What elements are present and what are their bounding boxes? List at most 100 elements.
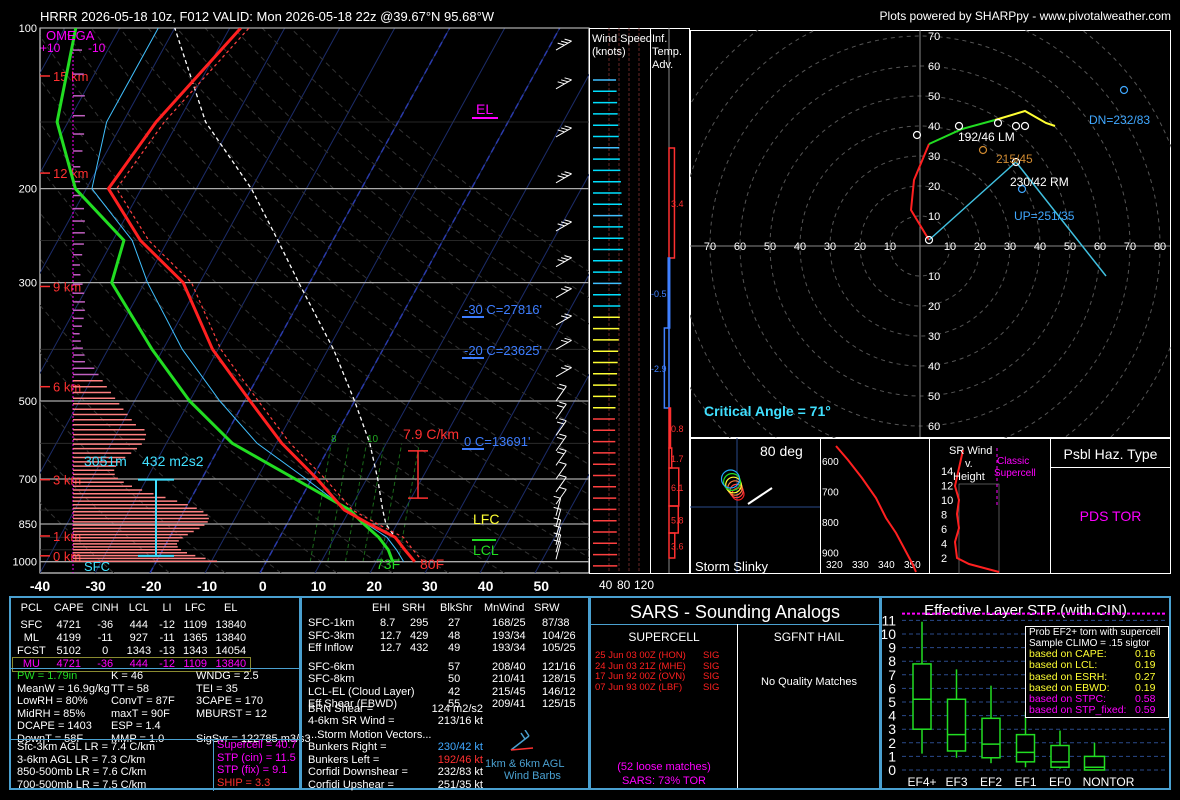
virtual-temp-curve — [115, 28, 424, 563]
wind-barb — [555, 489, 567, 505]
wind-barb-flag — [560, 315, 569, 319]
wind-speed-units: (knots) — [592, 46, 626, 58]
hodo-tick-east: 20 — [974, 241, 986, 253]
parcel-cell: -12 — [159, 619, 175, 631]
hodo-tick-west: 20 — [854, 241, 866, 253]
composite-index: STP (fix) = 9.1 — [217, 764, 288, 776]
temp-adv-title3: Adv. — [652, 59, 673, 71]
hodo-tick-north: 20 — [928, 181, 940, 193]
sfc-dew-label: 73F — [376, 556, 400, 572]
storm-motion-row: Bunkers Right = 230/42 kt — [308, 741, 483, 754]
omega-tick-plus: +10 — [40, 41, 61, 55]
parcel-row: ML 4199 -11 927 -11 1365 13840 — [13, 632, 250, 645]
brn-label: BRN Shear = — [308, 703, 374, 715]
sars-match-date: 07 Jun 93 00Z (LBF) — [595, 681, 683, 693]
kinematics-cell: 128/15 — [542, 673, 576, 685]
wind-speed-strip: 3.4 -0.5 -2.9 0.8 1.7 6.1 5.8 3.6 Wind Speed (k… — [589, 28, 690, 592]
stp-y-tick: 9 — [888, 640, 896, 656]
wind-barb — [555, 221, 572, 232]
srh-depth-label: 3051m — [84, 453, 127, 469]
hodo-tick-east: 80 — [1154, 241, 1166, 253]
sr-wind-title2: v. — [965, 458, 973, 470]
sars-match: 07 Jun 93 00Z (LBF) SIG — [595, 682, 735, 693]
dry-adiabat — [40, 35, 589, 527]
index-col2: K = 46 TT = 58 ConvT = 87F maxT = 90F ESP = … — [111, 670, 175, 745]
pressure-tick: 850 — [19, 519, 37, 531]
slinky-label: Storm Slinky — [695, 559, 768, 574]
hodo-tick-north: 50 — [928, 91, 940, 103]
sars-pct: SARS: 73% TOR — [622, 775, 706, 787]
parcel-cell: 1109 — [183, 619, 208, 631]
kinematics-cell: SFC-1km — [308, 617, 355, 629]
stp-category: EF4+ — [907, 775, 936, 789]
barb-label1: 1km & 6km AGL — [485, 758, 565, 770]
index-value: ESP = 1.4 — [111, 720, 161, 732]
thermo-panel: PCL CAPE CINH LCL LI LFC EL SFC 4721 -36 444 -12 11… — [9, 596, 311, 791]
lcl-label: LCL — [473, 542, 499, 558]
hodo-tick-south: 60 — [928, 421, 940, 433]
parcel-header: LFC — [184, 602, 206, 614]
kinematics-header: EHI SRH BlkShr MnWind SRW — [302, 602, 590, 616]
hodo-marker — [978, 145, 988, 155]
skewt-diagram: 1002003005007008501000-40 -30 -20 -10 0 10 20 3… — [13, 23, 590, 594]
sars-match: 17 Jun 92 00Z (OVN) SIG — [595, 671, 735, 682]
lapse-rate: 700-500mb LR = 7.5 C/km — [17, 778, 147, 791]
isotherm-line — [534, 473, 589, 573]
stp-box — [1015, 733, 1036, 763]
kinematics-cell: 12.7 — [380, 642, 402, 654]
prob-box: Prob EF2+ torn with supercell Sample CLI… — [1025, 626, 1169, 718]
pressure-tick: 700 — [19, 474, 37, 486]
kinematics-cell: 429 — [410, 629, 429, 642]
critical-angle: Critical Angle = 71° — [704, 403, 831, 419]
wind-barb-flag — [560, 127, 569, 131]
wind-barb-flag — [564, 286, 572, 290]
wind-barb-flag — [559, 383, 567, 387]
hodo-tick-north: 70 — [928, 31, 940, 43]
kinematics-cell: 87/38 — [542, 617, 570, 629]
kinematics-cell: SFC-6km — [308, 660, 355, 673]
wind-barb-flag — [560, 367, 569, 371]
lfc-label: LFC — [473, 511, 499, 527]
hodo-tick-north: 60 — [928, 61, 940, 73]
parcel-cell: 1343 — [182, 645, 208, 657]
storm-motion-row: Bunkers Left = 192/46 kt — [308, 754, 483, 767]
theta-pressure-tick: 900 — [822, 549, 839, 560]
sars-title: SARS - Sounding Analogs — [629, 602, 841, 622]
stp-box — [1050, 744, 1070, 769]
kinematics-header-cell: EHI — [372, 602, 391, 614]
temp-adv-value: 3.6 — [671, 542, 684, 552]
hodo-tick-south: 40 — [928, 361, 940, 373]
hodo-marker — [993, 118, 1003, 128]
index-value: K = 46 — [111, 670, 144, 682]
height-label: 15 km — [53, 69, 88, 84]
wind-barb-flag — [560, 288, 569, 292]
wind-barb-flag — [553, 495, 561, 499]
parcel-cell: -13 — [159, 645, 175, 657]
parcel-cell: -11 — [159, 632, 175, 644]
temp-adv-value: 1.7 — [671, 454, 684, 464]
sfc-temp-label: 80F — [420, 556, 444, 572]
dry-adiabat — [40, 166, 505, 573]
wind-tick-80: 80 — [617, 578, 631, 592]
isotherm-line — [314, 73, 589, 573]
parcel-cell: -36 — [97, 619, 114, 631]
index-value: ConvT = 87F — [111, 695, 175, 707]
hazard-title: Psbl Haz. Type — [1063, 446, 1158, 462]
isotherm-label-m20: -20 C=23625' — [464, 343, 542, 358]
lapse-rate: 850-500mb LR = 7.6 C/km — [17, 766, 147, 778]
index-value: WNDG = 2.5 — [196, 670, 259, 682]
composite-index: SHIP = 3.3 — [217, 776, 271, 789]
wind-barb-flag — [564, 313, 572, 317]
stp-panel: Effective Layer STP (with CIN) 012345678… — [880, 596, 1171, 790]
wind-barb-flag — [556, 404, 565, 408]
temp-tick: 50 — [534, 578, 550, 594]
wind-barb — [555, 367, 572, 378]
sr-height-tick: 6 — [941, 524, 947, 536]
sr-height-tick: 2 — [941, 553, 947, 565]
wind-barb-flag — [560, 257, 569, 261]
parcel-header: LI — [162, 602, 172, 614]
parcel-cell: -11 — [97, 632, 113, 644]
hodo-tick-west: 50 — [764, 241, 776, 253]
kinematics-cell: 49 — [448, 642, 461, 654]
parcel-cell: 14054 — [215, 645, 247, 657]
